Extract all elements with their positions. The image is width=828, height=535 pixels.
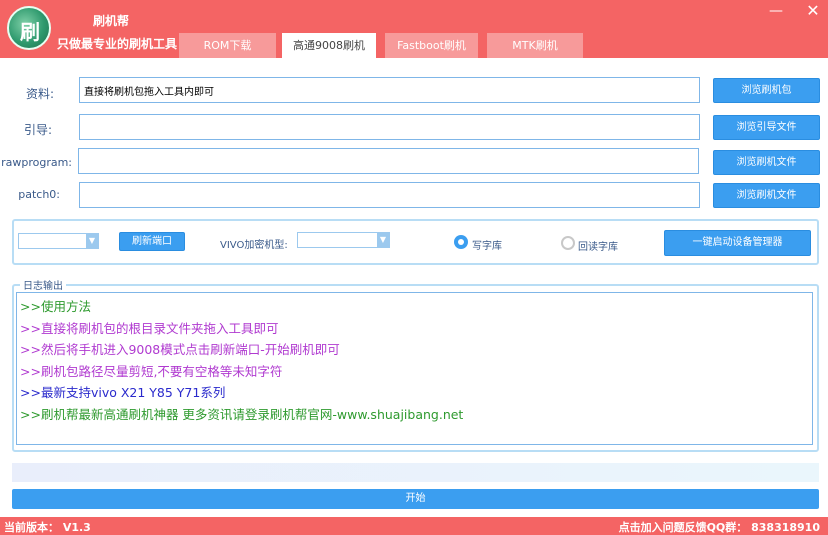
read-flash-label: 回读字库	[578, 242, 618, 253]
row-label-data: 资料:	[25, 87, 54, 101]
refresh-port-button[interactable]: 刷新端口	[119, 232, 185, 251]
log-output[interactable]: >>使用方法 >>直接将刷机包的根目录文件夹拖入工具即可 >>然后将手机进入90…	[16, 292, 813, 445]
log-line: >>刷机包路径尽量剪短,不要有空格等未知字符	[20, 363, 283, 379]
log-line: >>然后将手机进入9008模式点击刷新端口-开始刷机即可	[20, 342, 340, 357]
logo-glyph: 刷	[20, 20, 40, 44]
browse-boot-button[interactable]: 浏览引导文件	[713, 115, 820, 140]
write-flash-label: 写字库	[472, 241, 502, 252]
read-flash-radio[interactable]	[561, 236, 575, 250]
tab-rom-download[interactable]: ROM下载	[179, 33, 276, 58]
app-name: 刷机帮	[93, 14, 130, 28]
start-button[interactable]: 开始	[12, 489, 819, 509]
feedback-link[interactable]: 点击加入问题反馈QQ群： 838318910	[619, 519, 820, 535]
browse-rawprogram-button[interactable]: 浏览刷机文件	[713, 150, 820, 175]
row-label-rawprogram: rawprogram:	[1, 156, 72, 169]
progress-bar	[12, 463, 819, 482]
log-title: 日志输出	[20, 277, 66, 292]
tab-qualcomm-9008[interactable]: 高通9008刷机	[282, 33, 376, 58]
patch0-path-input[interactable]	[79, 182, 700, 208]
boot-path-input[interactable]	[79, 114, 700, 140]
row-label-boot: 引导:	[23, 123, 52, 137]
tab-fastboot[interactable]: Fastboot刷机	[385, 33, 478, 58]
chevron-down-icon: ▼	[86, 234, 98, 248]
vivo-model-label: VIVO加密机型:	[220, 240, 288, 251]
chevron-down-icon: ▼	[377, 233, 389, 247]
app-slogan: 只做最专业的刷机工具	[57, 37, 178, 51]
status-bar: 当前版本： V1.3 点击加入问题反馈QQ群： 838318910	[0, 517, 828, 535]
version-text: 当前版本： V1.3	[4, 521, 91, 534]
port-combo[interactable]: ▼	[18, 233, 99, 249]
vivo-model-combo[interactable]: ▼	[297, 232, 390, 248]
log-line: >>最新支持vivo X21 Y85 Y71系列	[20, 385, 226, 400]
title-bar: 刷 刷机帮 只做最专业的刷机工具 — ✕ ROM下载 高通9008刷机 Fast…	[0, 0, 828, 58]
row-label-patch0: patch0:	[18, 188, 60, 201]
log-line: >>刷机帮最新高通刷机神器 更多资讯请登录刷机帮官网-www.shuajiban…	[20, 406, 464, 422]
log-line: >>直接将刷机包的根目录文件夹拖入工具即可	[20, 320, 279, 336]
rawprogram-path-input[interactable]	[78, 148, 699, 174]
close-button[interactable]: ✕	[803, 2, 823, 20]
app-logo: 刷	[7, 6, 51, 50]
launch-device-manager-button[interactable]: 一键启动设备管理器	[664, 230, 811, 256]
browse-patch0-button[interactable]: 浏览刷机文件	[713, 183, 820, 208]
data-path-input[interactable]	[79, 77, 700, 103]
tab-mtk[interactable]: MTK刷机	[487, 33, 583, 58]
write-flash-radio[interactable]	[454, 235, 468, 249]
log-line: >>使用方法	[20, 299, 91, 314]
browse-package-button[interactable]: 浏览刷机包	[713, 78, 820, 103]
minimize-button[interactable]: —	[766, 2, 786, 20]
